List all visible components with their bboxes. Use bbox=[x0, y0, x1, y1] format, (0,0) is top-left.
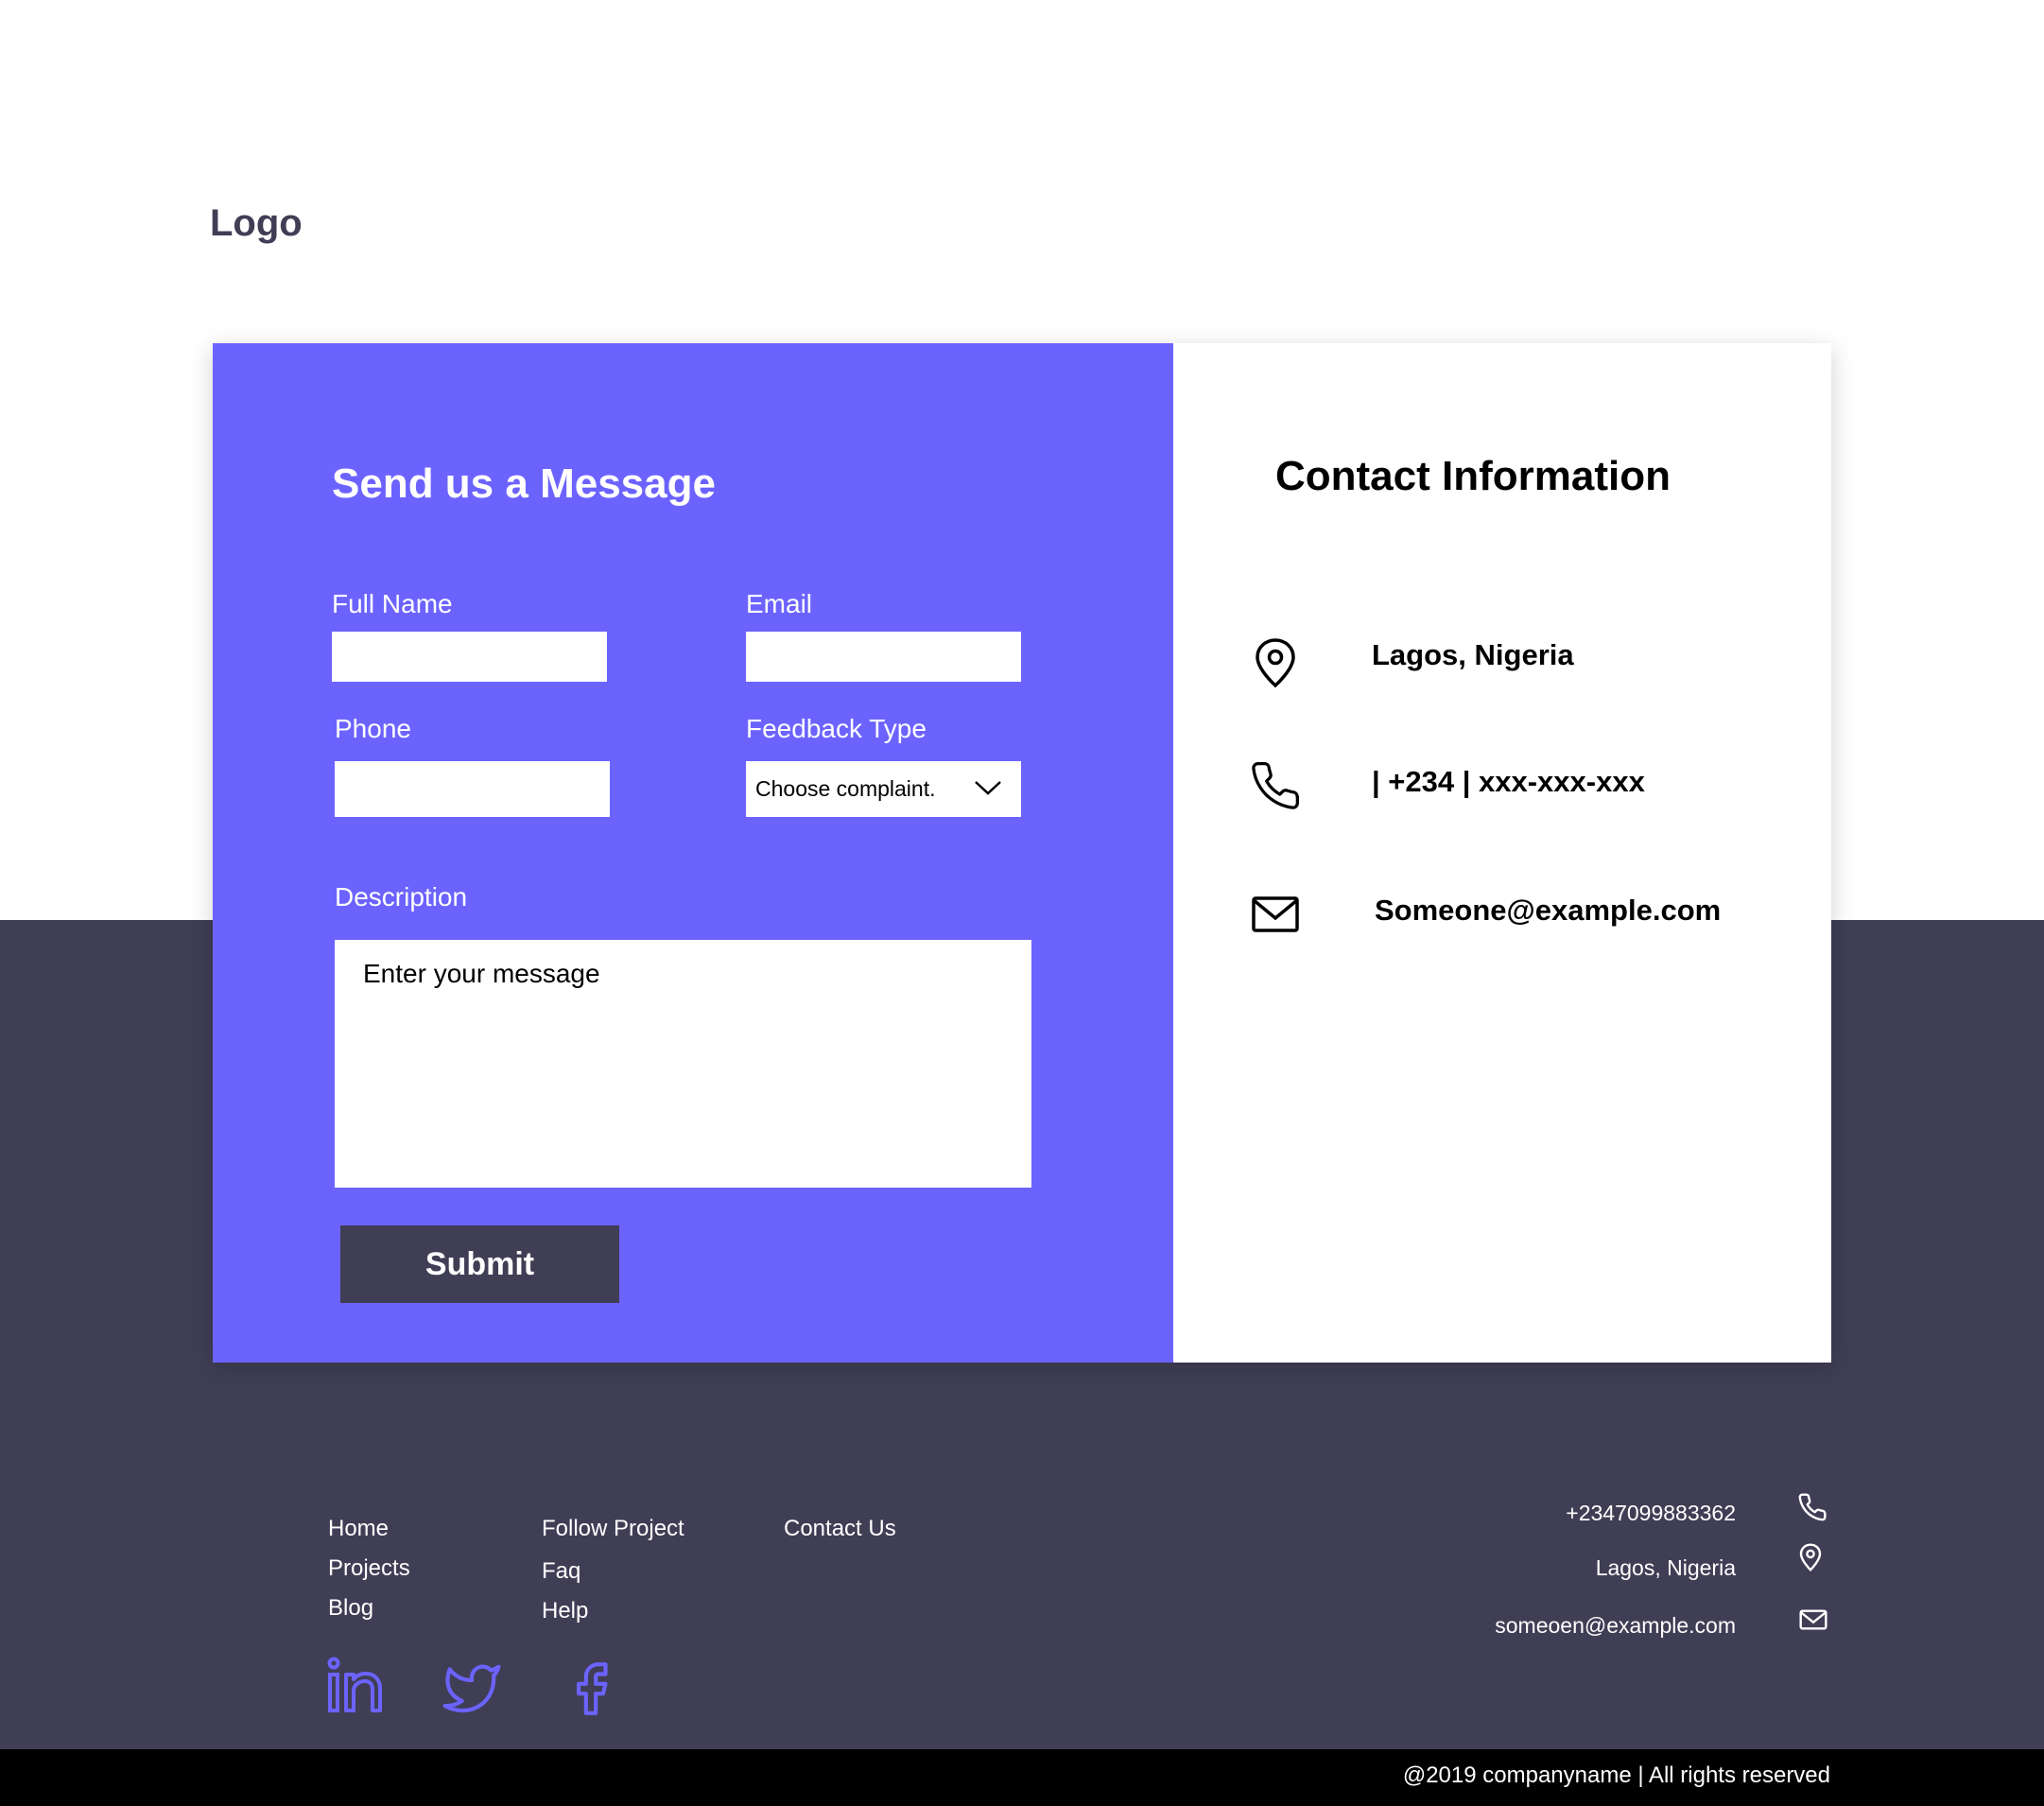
message-form-panel: Send us a Message Full Name Email Phone … bbox=[213, 343, 1173, 1363]
email-label: Email bbox=[746, 589, 813, 618]
footer-link-follow-project[interactable]: Follow Project bbox=[542, 1516, 684, 1542]
full-name-input[interactable] bbox=[332, 632, 607, 682]
contact-info-title: Contact Information bbox=[1275, 453, 1671, 499]
footer-location: Lagos, Nigeria bbox=[1595, 1555, 1736, 1580]
copyright-text: @2019 companyname | All rights reserved bbox=[1402, 1763, 1830, 1788]
footer-link-home[interactable]: Home bbox=[328, 1516, 389, 1542]
phone-label: Phone bbox=[335, 714, 411, 743]
form-title: Send us a Message bbox=[332, 460, 716, 507]
chevron-down-icon bbox=[974, 776, 1002, 802]
footer-link-faq[interactable]: Faq bbox=[542, 1558, 580, 1585]
location-pin-icon bbox=[1249, 636, 1302, 689]
footer-phone: +2347099883362 bbox=[1566, 1501, 1736, 1525]
logo[interactable]: Logo bbox=[210, 202, 303, 245]
contact-card: Send us a Message Full Name Email Phone … bbox=[213, 343, 1831, 1363]
email-input[interactable] bbox=[746, 632, 1021, 682]
mail-icon bbox=[1249, 888, 1302, 941]
location-pin-icon bbox=[1795, 1542, 1826, 1572]
description-textarea[interactable] bbox=[335, 940, 1031, 1188]
footer-link-projects[interactable]: Projects bbox=[328, 1555, 410, 1582]
feedback-type-value: Choose complaint. bbox=[755, 776, 936, 801]
footer-link-blog[interactable]: Blog bbox=[328, 1595, 373, 1622]
feedback-type-select[interactable]: Choose complaint. bbox=[746, 761, 1021, 817]
description-label: Description bbox=[335, 882, 468, 912]
full-name-label: Full Name bbox=[332, 589, 453, 618]
contact-phone: | +234 | xxx-xxx-xxx bbox=[1372, 765, 1645, 798]
facebook-icon[interactable] bbox=[562, 1659, 620, 1718]
feedback-type-label: Feedback Type bbox=[746, 714, 927, 743]
footer-email[interactable]: someoen@example.com bbox=[1495, 1613, 1736, 1639]
footer-link-contact-us[interactable]: Contact Us bbox=[784, 1516, 896, 1542]
twitter-icon[interactable] bbox=[442, 1659, 501, 1718]
footer-link-help[interactable]: Help bbox=[542, 1598, 588, 1624]
contact-location: Lagos, Nigeria bbox=[1372, 638, 1574, 671]
linkedin-icon[interactable] bbox=[326, 1657, 385, 1715]
phone-icon bbox=[1797, 1492, 1827, 1522]
contact-email[interactable]: Someone@example.com bbox=[1375, 894, 1721, 928]
submit-button[interactable]: Submit bbox=[340, 1225, 619, 1303]
mail-icon bbox=[1798, 1605, 1828, 1635]
phone-icon bbox=[1249, 759, 1302, 812]
phone-input[interactable] bbox=[335, 761, 610, 817]
contact-info-panel: Contact Information Lagos, Nigeria | +23… bbox=[1173, 343, 1831, 1363]
copyright-bar: @2019 companyname | All rights reserved bbox=[0, 1749, 2044, 1806]
